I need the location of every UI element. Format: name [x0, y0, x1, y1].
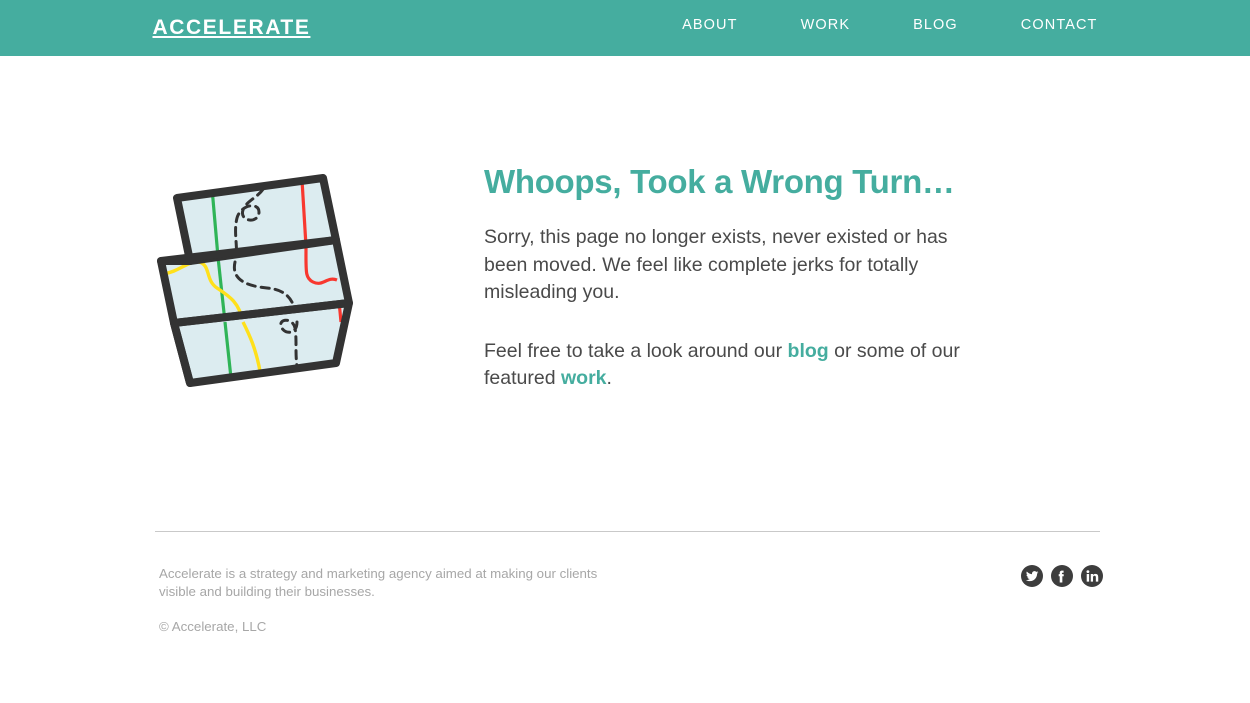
social-links	[1021, 565, 1103, 587]
main-navigation: ABOUT WORK BLOG CONTACT	[682, 17, 1097, 33]
folded-road-map-icon	[157, 174, 353, 387]
social-link-facebook[interactable]	[1051, 565, 1073, 587]
work-link[interactable]: work	[561, 367, 607, 389]
error-paragraph-2: Feel free to take a look around our blog…	[484, 338, 996, 393]
error-paragraph-2-text-3: .	[606, 367, 612, 389]
social-link-twitter[interactable]	[1021, 565, 1043, 587]
social-link-linkedin[interactable]	[1081, 565, 1103, 587]
nav-item-work[interactable]: WORK	[801, 17, 851, 33]
header-inner: ACCELERATE ABOUT WORK BLOG CONTACT	[153, 0, 1098, 56]
blog-link[interactable]: blog	[788, 340, 829, 362]
nav-item-about[interactable]: ABOUT	[682, 17, 737, 33]
footer-description: Accelerate is a strategy and marketing a…	[159, 566, 598, 599]
error-paragraph-1: Sorry, this page no longer exists, never…	[484, 226, 948, 303]
folded-road-map-illustration	[155, 156, 455, 392]
twitter-icon	[1021, 565, 1043, 587]
nav-item-blog[interactable]: BLOG	[913, 17, 958, 33]
error-paragraph-2-text-1: Feel free to take a look around our	[484, 339, 788, 362]
error-title: Whoops, Took a Wrong Turn…	[484, 163, 955, 200]
site-header: ACCELERATE ABOUT WORK BLOG CONTACT	[0, 0, 1250, 56]
error-text-block: Whoops, Took a Wrong Turn… Sorry, this p…	[455, 156, 1100, 393]
error-block: Whoops, Took a Wrong Turn… Sorry, this p…	[155, 156, 1100, 393]
facebook-icon	[1051, 565, 1073, 587]
site-footer: Accelerate is a strategy and marketing a…	[155, 556, 1103, 666]
footer-divider	[155, 531, 1100, 532]
linkedin-icon	[1081, 565, 1103, 587]
nav-item-contact[interactable]: CONTACT	[1021, 17, 1098, 33]
footer-copyright: © Accelerate, LLC	[159, 619, 267, 634]
site-logo[interactable]: ACCELERATE	[153, 15, 311, 41]
